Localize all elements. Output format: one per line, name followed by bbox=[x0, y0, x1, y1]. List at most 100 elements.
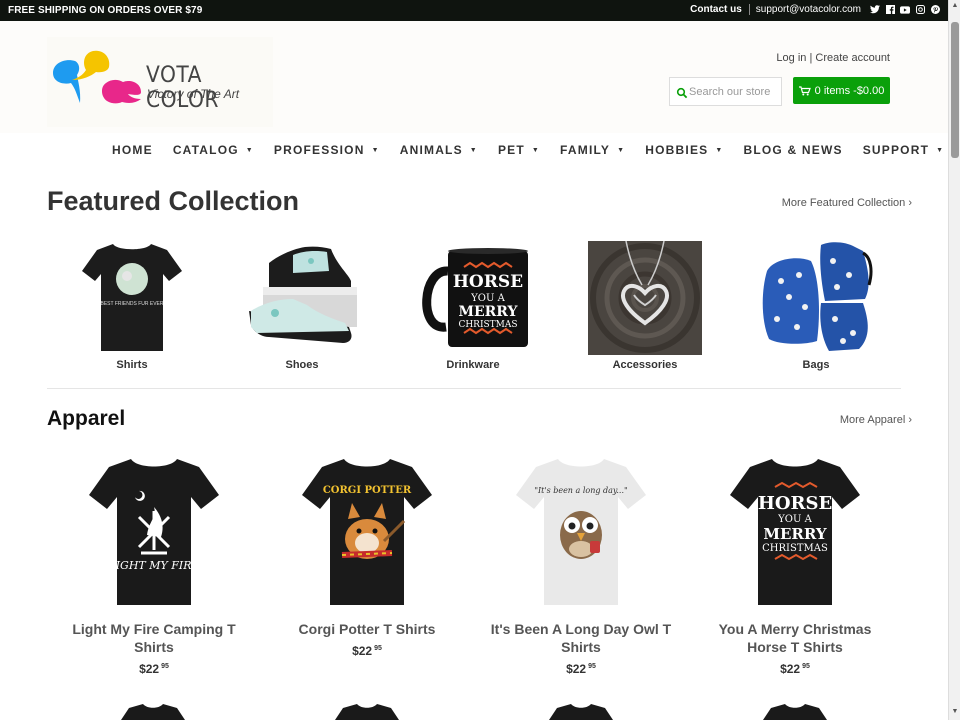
nav-item-blog-news[interactable]: BLOG & NEWS bbox=[744, 143, 843, 157]
nav-item-label: HOME bbox=[112, 143, 153, 157]
collection-image[interactable] bbox=[759, 241, 873, 355]
product-title[interactable]: Corgi Potter T Shirts bbox=[272, 620, 462, 638]
nav-item-home[interactable]: HOME bbox=[112, 143, 153, 157]
caret-down-icon[interactable]: ▼ bbox=[246, 147, 254, 154]
announcement-bar: FREE SHIPPING ON ORDERS OVER $79 Contact… bbox=[0, 0, 948, 21]
next-row-product-image[interactable] bbox=[327, 704, 407, 720]
svg-text:MERRY: MERRY bbox=[763, 525, 827, 543]
collection-image[interactable]: HORSE YOU A MERRY CHRISTMAS bbox=[416, 241, 530, 355]
support-email-link[interactable]: support@votacolor.com bbox=[756, 4, 861, 15]
price-cents: 95 bbox=[161, 663, 169, 670]
tshirt-icon: BEST FRIENDS FUR EVER bbox=[82, 244, 182, 351]
nav-item-profession[interactable]: PROFESSION ▼ bbox=[274, 143, 380, 157]
collection-label: Shirts bbox=[116, 359, 148, 371]
login-link[interactable]: Log in bbox=[776, 52, 806, 64]
svg-text:HORSE: HORSE bbox=[453, 272, 523, 292]
product-title[interactable]: It's Been A Long Day Owl T Shirts bbox=[486, 620, 676, 656]
caret-down-icon[interactable]: ▼ bbox=[936, 147, 944, 154]
product-card[interactable]: LIGHT MY FIRE Light My Fire Camping T Sh… bbox=[59, 455, 249, 676]
shipping-announcement: FREE SHIPPING ON ORDERS OVER $79 bbox=[8, 5, 203, 16]
scroll-up-arrow-icon[interactable]: ▲ bbox=[951, 2, 959, 12]
product-title[interactable]: You A Merry Christmas Horse T Shirts bbox=[700, 620, 890, 656]
svg-text:MERRY: MERRY bbox=[458, 304, 518, 320]
social-links bbox=[870, 5, 940, 15]
price-dollars: $22 bbox=[780, 662, 801, 676]
logo-tagline: Victory of The Art bbox=[147, 87, 240, 101]
nav-item-pet[interactable]: PET ▼ bbox=[498, 143, 540, 157]
collection-bags[interactable]: Bags bbox=[759, 241, 873, 371]
nav-item-family[interactable]: FAMILY ▼ bbox=[560, 143, 625, 157]
scroll-down-arrow-icon[interactable]: ▼ bbox=[951, 708, 959, 718]
youtube-icon[interactable] bbox=[900, 5, 910, 15]
product-image[interactable]: "It's been a long day..." bbox=[506, 455, 656, 610]
product-card[interactable]: CORGI POTTER Corgi Potter T Shirts $22 95 bbox=[272, 455, 462, 658]
site-logo[interactable]: VOTA COLOR Victory of The Art bbox=[47, 37, 273, 127]
collection-shirts[interactable]: BEST FRIENDS FUR EVER Shirts bbox=[75, 241, 189, 371]
search-input[interactable] bbox=[689, 81, 779, 102]
price-dollars: $22 bbox=[139, 662, 160, 676]
caret-down-icon[interactable]: ▼ bbox=[532, 147, 540, 154]
more-featured-collection-link[interactable]: More Featured Collection › bbox=[782, 197, 912, 209]
svg-text:YOU A: YOU A bbox=[470, 293, 505, 304]
product-price: $22 95 bbox=[486, 662, 676, 676]
price-dollars: $22 bbox=[352, 644, 373, 658]
caret-down-icon[interactable]: ▼ bbox=[715, 147, 723, 154]
nav-item-label: ANIMALS bbox=[399, 143, 463, 157]
scrollbar-thumb[interactable] bbox=[951, 22, 959, 158]
svg-text:CORGI POTTER: CORGI POTTER bbox=[323, 485, 412, 496]
price-cents: 95 bbox=[802, 663, 810, 670]
nav-item-support[interactable]: SUPPORT ▼ bbox=[863, 143, 945, 157]
nav-item-label: PROFESSION bbox=[273, 143, 365, 157]
product-image[interactable]: LIGHT MY FIRE bbox=[79, 455, 229, 610]
next-row-product-image[interactable] bbox=[113, 704, 193, 720]
product-price: $22 95 bbox=[700, 662, 890, 676]
more-apparel-link[interactable]: More Apparel › bbox=[840, 414, 912, 426]
product-card[interactable]: HORSE YOU A MERRY CHRISTMAS You A Merry … bbox=[700, 455, 890, 676]
page-scrollbar[interactable]: ▲ ▼ bbox=[948, 0, 960, 720]
account-separator: | bbox=[809, 52, 813, 64]
twitter-icon[interactable] bbox=[870, 5, 880, 15]
mug-icon: HORSE YOU A MERRY CHRISTMAS bbox=[422, 248, 528, 347]
nav-item-hobbies[interactable]: HOBBIES ▼ bbox=[645, 143, 723, 157]
next-row-product-image[interactable] bbox=[541, 704, 621, 720]
apparel-title: Apparel bbox=[47, 407, 126, 430]
nav-item-catalog[interactable]: CATALOG ▼ bbox=[173, 143, 254, 157]
account-links: Log in | Create account bbox=[776, 52, 890, 64]
nav-item-animals[interactable]: ANIMALS ▼ bbox=[400, 143, 478, 157]
pinterest-icon[interactable] bbox=[930, 5, 940, 15]
product-card[interactable]: "It's been a long day..." It's Been A Lo… bbox=[486, 455, 676, 676]
caret-down-icon[interactable]: ▼ bbox=[617, 147, 625, 154]
svg-text:"It's been a long day...": "It's been a long day..." bbox=[534, 486, 627, 495]
instagram-icon[interactable] bbox=[915, 5, 925, 15]
product-price: $22 95 bbox=[59, 662, 249, 676]
collection-image[interactable]: BEST FRIENDS FUR EVER bbox=[75, 241, 189, 355]
product-image[interactable]: HORSE YOU A MERRY CHRISTMAS bbox=[720, 455, 870, 610]
necklace-icon bbox=[588, 240, 702, 355]
create-account-link[interactable]: Create account bbox=[815, 52, 890, 64]
contact-us-link[interactable]: Contact us bbox=[690, 4, 742, 15]
collection-accessories[interactable]: Accessories bbox=[588, 240, 702, 371]
price-cents: 95 bbox=[374, 645, 382, 652]
facebook-icon[interactable] bbox=[885, 5, 895, 15]
nav-item-label: SUPPORT bbox=[862, 143, 930, 157]
svg-text:BEST FRIENDS FUR EVER: BEST FRIENDS FUR EVER bbox=[101, 301, 164, 307]
site-header: VOTA COLOR Victory of The Art Log in | C… bbox=[0, 21, 948, 133]
svg-text:LIGHT MY FIRE: LIGHT MY FIRE bbox=[107, 559, 199, 572]
next-row-product-image[interactable] bbox=[755, 704, 835, 720]
product-title[interactable]: Light My Fire Camping T Shirts bbox=[59, 620, 249, 656]
product-image[interactable]: CORGI POTTER bbox=[292, 455, 442, 610]
cart-icon bbox=[798, 85, 811, 95]
search-icon[interactable] bbox=[676, 87, 688, 99]
svg-text:YOU A: YOU A bbox=[777, 514, 812, 525]
cart-button[interactable]: 0 items -$0.00 bbox=[793, 77, 890, 104]
collection-label: Accessories bbox=[612, 359, 678, 371]
collection-drinkware[interactable]: HORSE YOU A MERRY CHRISTMAS Drinkware bbox=[416, 241, 530, 371]
collection-image[interactable] bbox=[588, 240, 702, 355]
price-dollars: $22 bbox=[566, 662, 587, 676]
caret-down-icon[interactable]: ▼ bbox=[372, 147, 380, 154]
collection-image[interactable] bbox=[245, 241, 359, 355]
search-box[interactable] bbox=[669, 77, 782, 106]
caret-down-icon[interactable]: ▼ bbox=[470, 147, 478, 154]
top-links: Contact us support@votacolor.com bbox=[690, 4, 940, 15]
collection-shoes[interactable]: Shoes bbox=[245, 241, 359, 371]
